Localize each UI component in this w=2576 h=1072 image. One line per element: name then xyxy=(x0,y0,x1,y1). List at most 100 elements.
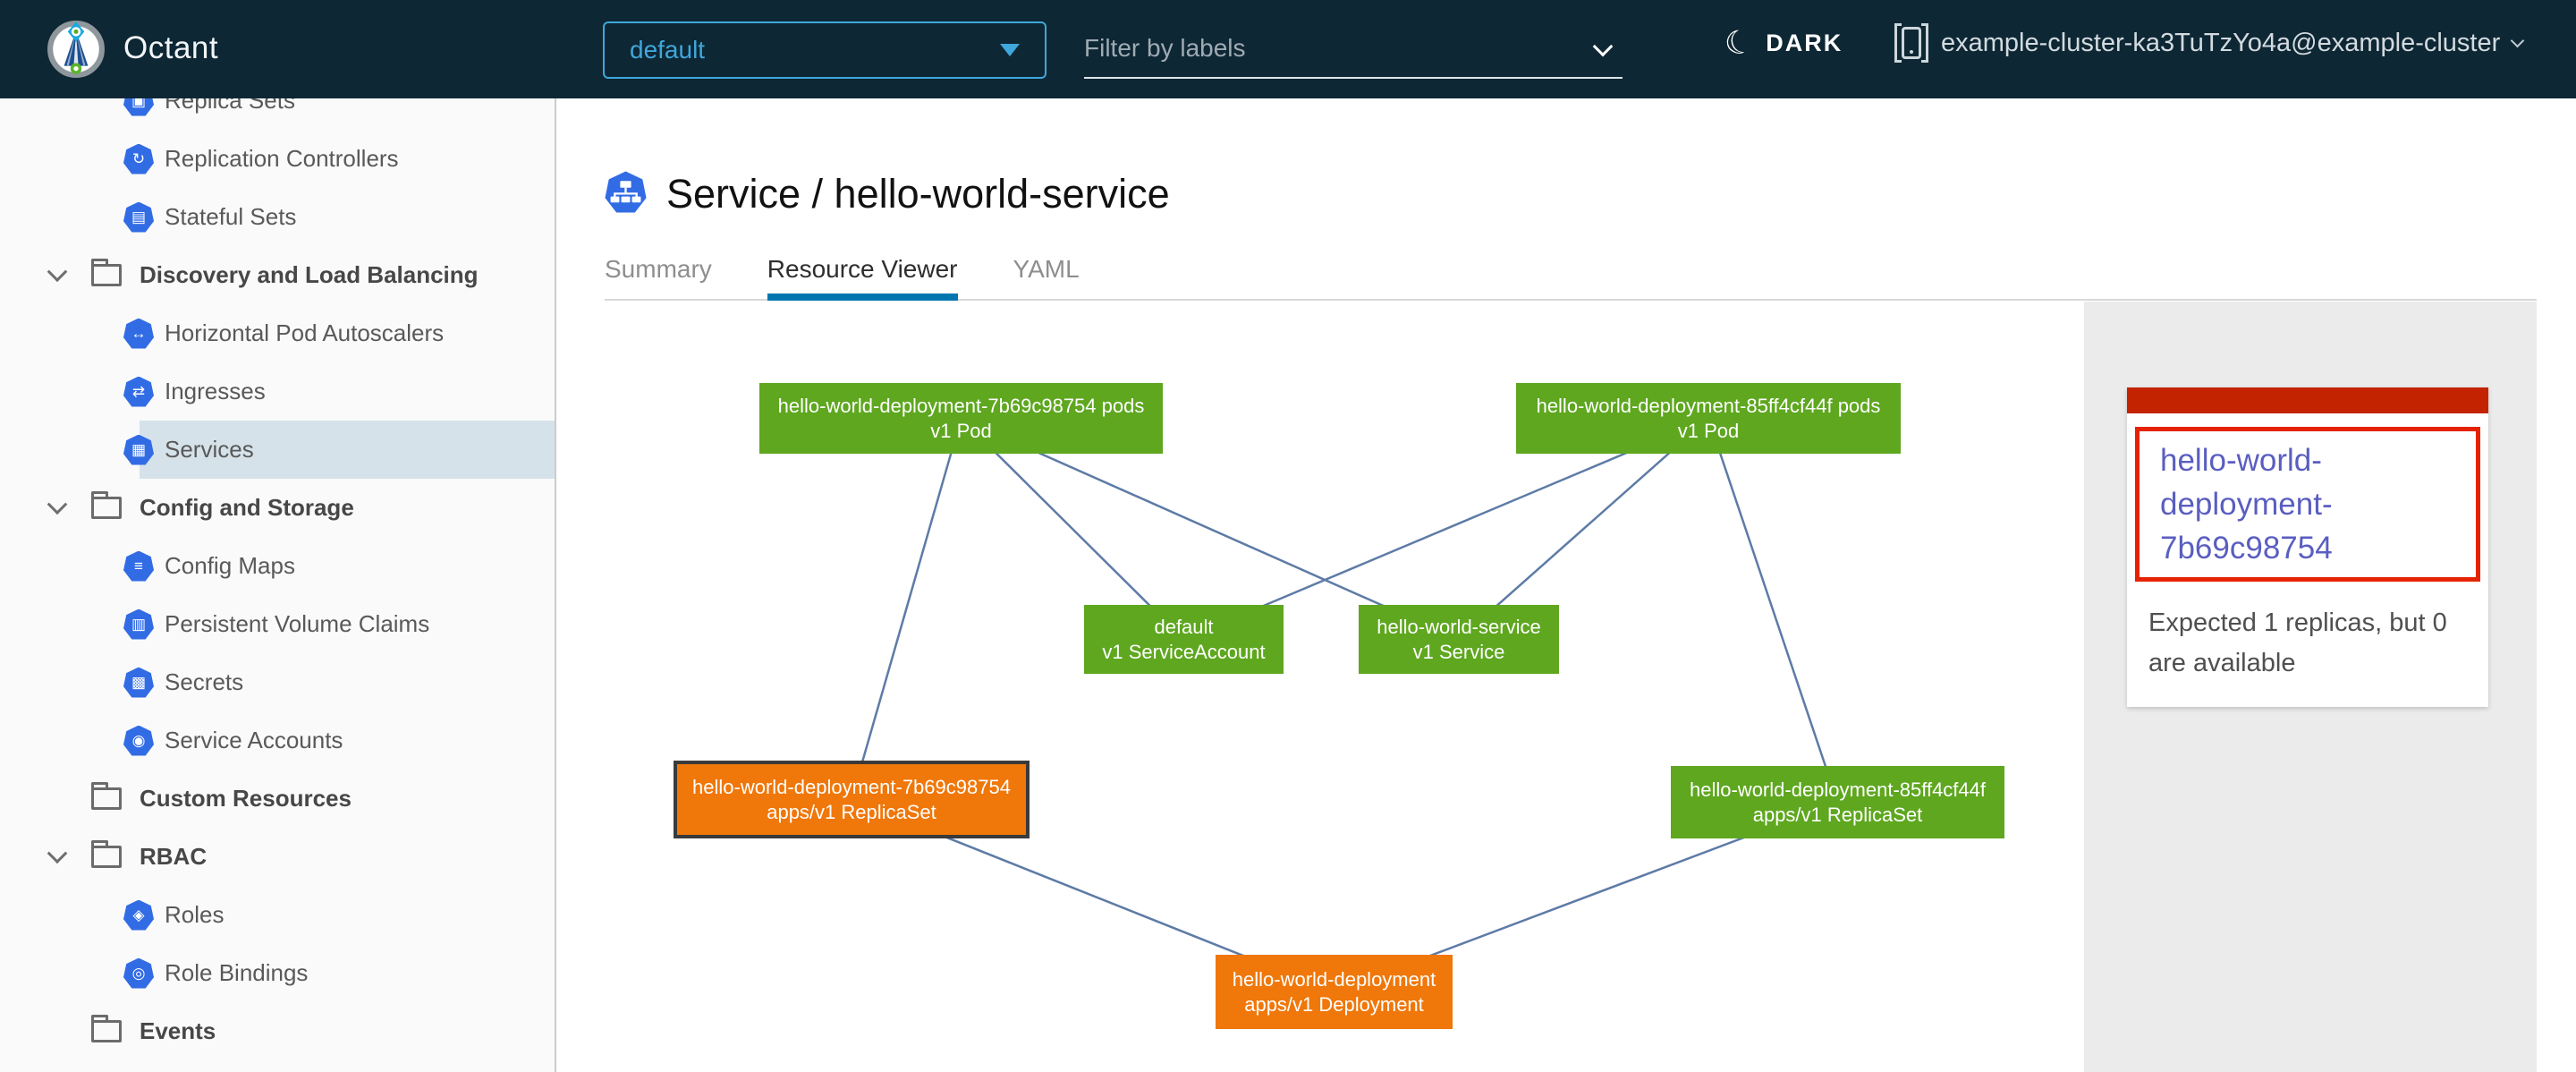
horizontal-pod-autoscalers-icon: ↔ xyxy=(123,319,154,349)
persistent-volume-claims-icon: ▥ xyxy=(123,609,154,640)
sidebar-nav: ▣ Replica Sets ↻Replication Controllers ▤ St… xyxy=(0,98,556,1072)
chevron-down-icon[interactable] xyxy=(47,494,68,515)
sidebar-item-label: Replica Sets xyxy=(165,98,295,115)
sidebar-nav-list: ▣ Replica Sets ↻Replication Controllers ▤ St… xyxy=(0,98,555,1060)
page-header: Service / hello-world-service xyxy=(605,170,1170,218)
chevron-down-icon[interactable] xyxy=(1593,37,1614,57)
moon-icon: ☾ xyxy=(1721,24,1757,63)
folder-icon xyxy=(91,264,122,286)
graph-node-serviceaccount-default[interactable]: defaultv1 ServiceAccount xyxy=(1084,605,1284,674)
node-apiversion-kind: v1 Pod xyxy=(1678,419,1740,444)
sidebar-item-label: Persistent Volume Claims xyxy=(165,610,429,638)
graph-node-service-hello-world-service[interactable]: hello-world-servicev1 Service xyxy=(1359,605,1559,674)
role-bindings-icon: ◎ xyxy=(123,958,154,989)
node-apiversion-kind: v1 Service xyxy=(1413,640,1505,665)
node-title: hello-world-deployment xyxy=(1233,967,1436,992)
cluster-icon xyxy=(1894,23,1928,63)
sidebar-item-label: Ingresses xyxy=(165,378,266,405)
graph-node-pod-85ff4cf44f[interactable]: hello-world-deployment-85ff4cf44f podsv1… xyxy=(1516,383,1901,454)
sidebar-item-roles[interactable]: ◈Roles xyxy=(0,886,555,944)
node-title: hello-world-deployment-85ff4cf44f xyxy=(1690,778,1986,803)
secrets-icon: ▩ xyxy=(123,668,154,698)
dark-theme-label: DARK xyxy=(1766,30,1843,57)
sidebar-item-secrets[interactable]: ▩ Secrets xyxy=(0,653,555,711)
replica-status-message: Expected 1 replicas, but 0 are available xyxy=(2148,603,2470,684)
sidebar-item-label: Stateful Sets xyxy=(165,203,296,231)
label-filter-input[interactable] xyxy=(1084,25,1567,72)
sidebar-item-label: RBAC xyxy=(140,843,207,871)
folder-icon xyxy=(91,497,122,519)
graph-edge-pod-7b69c98754--replicaset-7b69c98754 xyxy=(852,419,962,800)
folder-icon xyxy=(91,846,122,868)
sidebar-item-events[interactable]: Events xyxy=(0,1002,555,1060)
config-maps-icon: ≡ xyxy=(123,551,154,582)
chevron-down-icon[interactable] xyxy=(47,843,68,864)
stateful-sets-icon: ▤ xyxy=(123,202,154,233)
sidebar-item-label: Config Maps xyxy=(165,552,295,580)
sidebar-item-custom-resources[interactable]: Custom Resources xyxy=(0,770,555,828)
sidebar-item-label: Events xyxy=(140,1017,216,1045)
sidebar-item-label: Horizontal Pod Autoscalers xyxy=(165,319,444,347)
tab-summary[interactable]: Summary xyxy=(605,256,712,301)
sidebar-item-services[interactable]: ▦ Services xyxy=(0,421,555,479)
sidebar-item-label: Custom Resources xyxy=(140,785,352,813)
sidebar-item-config-maps[interactable]: ≡ Config Maps xyxy=(0,537,555,595)
sidebar-item-discovery-and-load-balancing[interactable]: Discovery and Load Balancing xyxy=(0,246,555,304)
graph-edge-pod-85ff4cf44f--replicaset-85ff4cf44f xyxy=(1708,419,1838,803)
replication-controllers-icon: ↻ xyxy=(123,144,154,174)
node-apiversion-kind: apps/v1 ReplicaSet xyxy=(1753,803,1923,828)
folder-icon xyxy=(91,787,122,810)
ingresses-icon: ⇄ xyxy=(123,377,154,407)
sidebar-item-service-accounts[interactable]: ◉ Service Accounts xyxy=(0,711,555,770)
node-apiversion-kind: apps/v1 Deployment xyxy=(1244,992,1424,1017)
octant-logo-icon xyxy=(47,20,106,79)
graph-node-replicaset-85ff4cf44f[interactable]: hello-world-deployment-85ff4cf44fapps/v1… xyxy=(1671,766,2004,838)
sidebar-item-label: Secrets xyxy=(165,668,243,696)
namespace-select-value: default xyxy=(630,36,1000,64)
octant-app: { "header": { "app_title": "Octant", "na… xyxy=(0,0,2576,1072)
detail-panel: hello-world-deployment-7b69c98754 Expect… xyxy=(2084,302,2537,1072)
sidebar-item-horizontal-pod-autoscalers[interactable]: ↔ Horizontal Pod Autoscalers xyxy=(0,304,555,362)
sidebar-item-persistent-volume-claims[interactable]: ▥ Persistent Volume Claims xyxy=(0,595,555,653)
node-apiversion-kind: v1 Pod xyxy=(930,419,992,444)
tab-bar: Summary Resource Viewer YAML xyxy=(605,256,1080,301)
graph-node-deployment-hello-world[interactable]: hello-world-deploymentapps/v1 Deployment xyxy=(1216,955,1453,1029)
sidebar-item-rbac[interactable]: RBAC xyxy=(0,828,555,886)
folder-icon xyxy=(91,1020,122,1042)
node-title: hello-world-deployment-85ff4cf44f pods xyxy=(1537,394,1881,419)
chevron-down-icon[interactable] xyxy=(47,261,68,282)
graph-node-pod-7b69c98754[interactable]: hello-world-deployment-7b69c98754 podsv1… xyxy=(759,383,1163,454)
status-bar-danger xyxy=(2127,387,2488,413)
sidebar-item-label: Role Bindings xyxy=(165,959,308,987)
label-filter xyxy=(1084,25,1623,79)
sidebar-item-role-bindings[interactable]: ◎ Role Bindings xyxy=(0,944,555,1002)
sidebar-item-label: Config and Storage xyxy=(140,494,354,522)
node-title: hello-world-deployment-7b69c98754 pods xyxy=(778,394,1145,419)
node-title: hello-world-deployment-7b69c98754 xyxy=(692,775,1011,800)
tab-resource-viewer[interactable]: Resource Viewer xyxy=(767,256,958,301)
cluster-selector[interactable]: example-cluster-ka3TuTzYo4a@example-clus… xyxy=(1894,23,2522,63)
graph-node-replicaset-7b69c98754[interactable]: hello-world-deployment-7b69c98754apps/v1… xyxy=(674,761,1030,838)
dark-theme-toggle[interactable]: ☾ DARK xyxy=(1724,27,1843,59)
selected-resource-link[interactable]: hello-world-deployment-7b69c98754 xyxy=(2160,438,2470,570)
sidebar-item-config-and-storage[interactable]: Config and Storage xyxy=(0,479,555,537)
tab-yaml[interactable]: YAML xyxy=(1013,256,1080,301)
service-icon xyxy=(605,170,647,218)
selected-resource-highlight-box: hello-world-deployment-7b69c98754 xyxy=(2135,427,2480,582)
app-header: Octant default ☾ DARK example-cluster-ka… xyxy=(0,0,2576,98)
services-icon: ▦ xyxy=(123,435,154,465)
sidebar-item-label: Service Accounts xyxy=(165,727,343,754)
sidebar-item-replication-controllers[interactable]: ↻Replication Controllers xyxy=(0,130,555,188)
namespace-select[interactable]: default xyxy=(603,21,1046,79)
sidebar-item-label: Services xyxy=(165,436,254,464)
sidebar-item-stateful-sets[interactable]: ▤ Stateful Sets xyxy=(0,188,555,246)
node-title: default xyxy=(1154,615,1213,640)
service-accounts-icon: ◉ xyxy=(123,726,154,756)
chevron-down-icon xyxy=(2511,33,2525,47)
node-apiversion-kind: v1 ServiceAccount xyxy=(1102,640,1265,665)
sidebar-item-ingresses[interactable]: ⇄ Ingresses xyxy=(0,362,555,421)
node-apiversion-kind: apps/v1 ReplicaSet xyxy=(767,800,936,825)
replica-sets-icon: ▣ xyxy=(123,98,154,116)
app-title: Octant xyxy=(123,30,218,66)
sidebar-item-replica-sets[interactable]: ▣ Replica Sets xyxy=(0,98,555,130)
